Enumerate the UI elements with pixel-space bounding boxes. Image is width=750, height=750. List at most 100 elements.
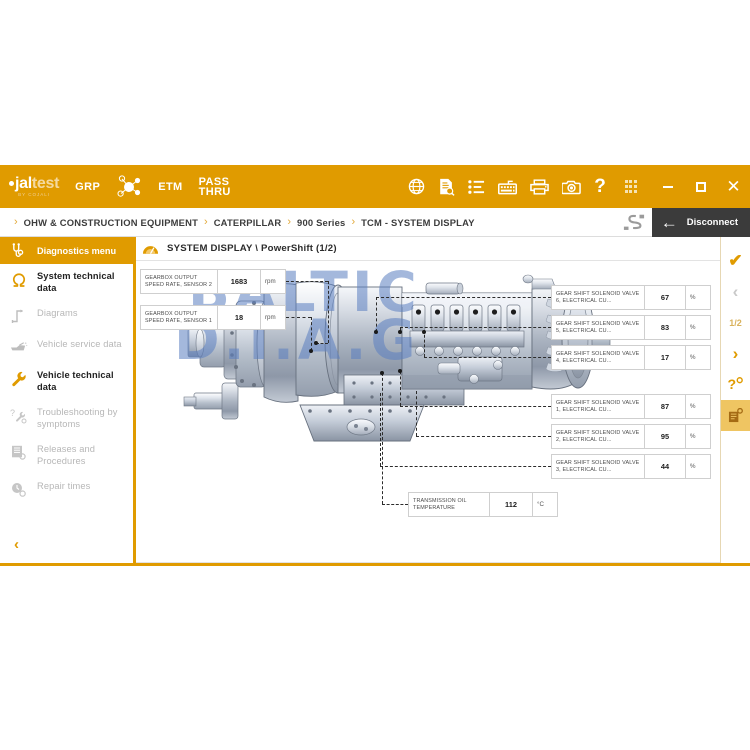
keyboard-icon[interactable] <box>498 179 518 195</box>
maximize-icon[interactable] <box>684 165 717 208</box>
previous-page-button[interactable]: ‹ <box>721 276 750 307</box>
measurement-value: 17 <box>644 346 686 369</box>
svg-text:?: ? <box>728 377 737 392</box>
leader-valve5 <box>400 327 551 328</box>
obd-connector-icon[interactable] <box>616 208 652 237</box>
content-area: SYSTEM DISPLAY \ PowerShift (1/2) BALTIC… <box>136 237 720 563</box>
globe-icon[interactable] <box>408 178 425 195</box>
logo-dot <box>9 180 14 186</box>
page-indicator: 1/2 <box>729 317 742 328</box>
next-page-button[interactable]: › <box>721 338 750 369</box>
wrench-icon <box>8 370 29 387</box>
sidebar-item-vehicle-technical-data[interactable]: Vehicle technical data <box>0 363 133 400</box>
measurement-unit: rpm <box>265 314 276 321</box>
node-oiltemp <box>380 371 384 375</box>
measurement-unit: rpm <box>265 278 276 285</box>
logo-text: jaltest <box>9 175 59 192</box>
leader-valve4 <box>424 357 551 358</box>
svg-text:?: ? <box>10 408 15 418</box>
omega-icon <box>8 271 29 288</box>
pass-label: PASS <box>198 175 230 188</box>
breadcrumb-item-3[interactable]: TCM - SYSTEM DISPLAY <box>361 217 475 228</box>
close-icon[interactable]: ✕ <box>717 165 750 208</box>
measurement-gear-shift-solenoid-valve-4[interactable]: GEAR SHIFT SOLENOID VALVE 4, ELECTRICAL … <box>551 345 711 370</box>
measurement-gear-shift-solenoid-valve-3[interactable]: GEAR SHIFT SOLENOID VALVE 3, ELECTRICAL … <box>551 454 711 479</box>
leader-sensor1-h <box>286 317 311 318</box>
camera-icon[interactable] <box>562 179 582 195</box>
sidebar-header-diagnostics-menu[interactable]: Diagnostics menu <box>0 237 133 264</box>
sidebar-item-diagrams[interactable]: Diagrams <box>0 301 133 332</box>
measurement-label: GEAR SHIFT SOLENOID VALVE 3, ELECTRICAL … <box>556 459 640 473</box>
measurement-gear-shift-solenoid-valve-2[interactable]: GEAR SHIFT SOLENOID VALVE 2, ELECTRICAL … <box>551 424 711 449</box>
measurement-transmission-oil-temperature[interactable]: TRANSMISSION OIL TEMPERATURE 112 °C <box>408 492 558 517</box>
sidebar-item-troubleshooting-by-symptoms[interactable]: ? Troubleshooting by symptoms <box>0 400 133 437</box>
breadcrumb-separator-3: › <box>351 216 356 228</box>
sidebar-item-label-2: Vehicle service data <box>37 339 122 349</box>
leader-valve6-v <box>376 297 377 332</box>
confirm-button[interactable]: ✔ <box>721 245 750 276</box>
network-nodes-icon[interactable] <box>116 174 142 199</box>
window-controls: ✕ <box>651 165 750 208</box>
diagnostics-menu-icon <box>8 242 29 259</box>
jaltest-application-window: jaltest BY COJALI GRP ETM PASS THRU ? ✕ … <box>0 165 750 566</box>
measurement-value: 83 <box>644 316 686 339</box>
list-icon[interactable] <box>468 179 485 195</box>
sidebar-collapse-button[interactable]: ‹ <box>0 530 133 563</box>
help-icon[interactable]: ? <box>594 176 606 198</box>
measurement-value: 1683 <box>217 270 261 293</box>
minimize-icon[interactable] <box>651 165 684 208</box>
sidebar-item-vehicle-service-data[interactable]: Vehicle service data <box>0 332 133 363</box>
sidebar-item-releases-and-procedures[interactable]: Releases and Procedures <box>0 437 133 474</box>
oil-can-icon <box>8 339 29 356</box>
apps-grid-icon[interactable] <box>624 180 637 193</box>
breadcrumb-item-1[interactable]: CATERPILLAR <box>214 217 282 228</box>
disconnect-label: Disconnect <box>686 216 738 228</box>
jaltest-logo[interactable]: jaltest BY COJALI <box>9 175 59 198</box>
clock-gear-icon <box>8 481 29 498</box>
measurement-gear-shift-solenoid-valve-6[interactable]: GEAR SHIFT SOLENOID VALVE 6, ELECTRICAL … <box>551 285 711 310</box>
breadcrumb-separator-0: › <box>14 216 18 228</box>
measurement-label: GEAR SHIFT SOLENOID VALVE 2, ELECTRICAL … <box>556 429 640 443</box>
measurement-unit: % <box>690 324 696 331</box>
measurement-unit: % <box>690 294 696 301</box>
sidebar-item-repair-times[interactable]: Repair times <box>0 474 133 505</box>
page-title: SYSTEM DISPLAY \ PowerShift (1/2) <box>167 243 337 254</box>
etm-label[interactable]: ETM <box>158 181 182 193</box>
breadcrumb-item-2[interactable]: 900 Series <box>297 217 345 228</box>
back-arrow-icon: ← <box>660 212 678 232</box>
report-button[interactable] <box>720 400 750 431</box>
breadcrumb: › OHW & CONSTRUCTION EQUIPMENT › CATERPI… <box>0 216 475 228</box>
leader-sensor2-h <box>286 281 328 282</box>
measurement-gearbox-output-speed-sensor-2[interactable]: GEARBOX OUTPUT SPEED RATE, SENSOR 2 1683… <box>140 269 286 294</box>
sidebar-item-label-4: Troubleshooting by symptoms <box>37 407 118 429</box>
leader-valve3 <box>380 466 551 467</box>
measurement-unit: °C <box>537 501 544 508</box>
breadcrumb-bar: › OHW & CONSTRUCTION EQUIPMENT › CATERPI… <box>0 207 750 237</box>
printer-icon[interactable] <box>530 178 550 195</box>
grp-label[interactable]: GRP <box>75 181 100 193</box>
app-body: Diagnostics menu System technical data D… <box>0 237 750 566</box>
measurement-gearbox-output-speed-sensor-1[interactable]: GEARBOX OUTPUT SPEED RATE, SENSOR 1 18 r… <box>140 305 286 330</box>
system-display-canvas: BALTIC D.I.A.G GEARBOX OUTPUT SPEED RATE… <box>136 260 720 563</box>
top-toolbar: jaltest BY COJALI GRP ETM PASS THRU ? ✕ <box>0 165 750 208</box>
disconnect-button[interactable]: ← Disconnect <box>651 207 750 237</box>
sidebar-item-system-technical-data[interactable]: System technical data <box>0 264 133 301</box>
pass-thru-label[interactable]: PASS THRU <box>198 175 231 197</box>
measurement-gear-shift-solenoid-valve-5[interactable]: GEAR SHIFT SOLENOID VALVE 5, ELECTRICAL … <box>551 315 711 340</box>
measurement-unit: % <box>690 354 696 361</box>
measurement-gear-shift-solenoid-valve-1[interactable]: GEAR SHIFT SOLENOID VALVE 1, ELECTRICAL … <box>551 394 711 419</box>
breadcrumb-right: ← Disconnect <box>616 207 750 237</box>
measurement-value: 95 <box>644 425 686 448</box>
sidebar: Diagnostics menu System technical data D… <box>0 237 136 563</box>
releases-icon <box>8 444 29 461</box>
node-valve5 <box>398 330 402 334</box>
system-display-icon <box>142 242 159 255</box>
measurement-unit: % <box>690 433 696 440</box>
measurement-label: GEAR SHIFT SOLENOID VALVE 5, ELECTRICAL … <box>556 320 640 334</box>
breadcrumb-item-0[interactable]: OHW & CONSTRUCTION EQUIPMENT <box>24 217 198 228</box>
help-button[interactable]: ? <box>721 369 750 400</box>
measurement-label: GEARBOX OUTPUT SPEED RATE, SENSOR 1 <box>145 310 213 324</box>
document-search-icon[interactable] <box>438 178 455 196</box>
sidebar-header-label: Diagnostics menu <box>37 245 117 256</box>
diagram-icon <box>8 308 29 325</box>
